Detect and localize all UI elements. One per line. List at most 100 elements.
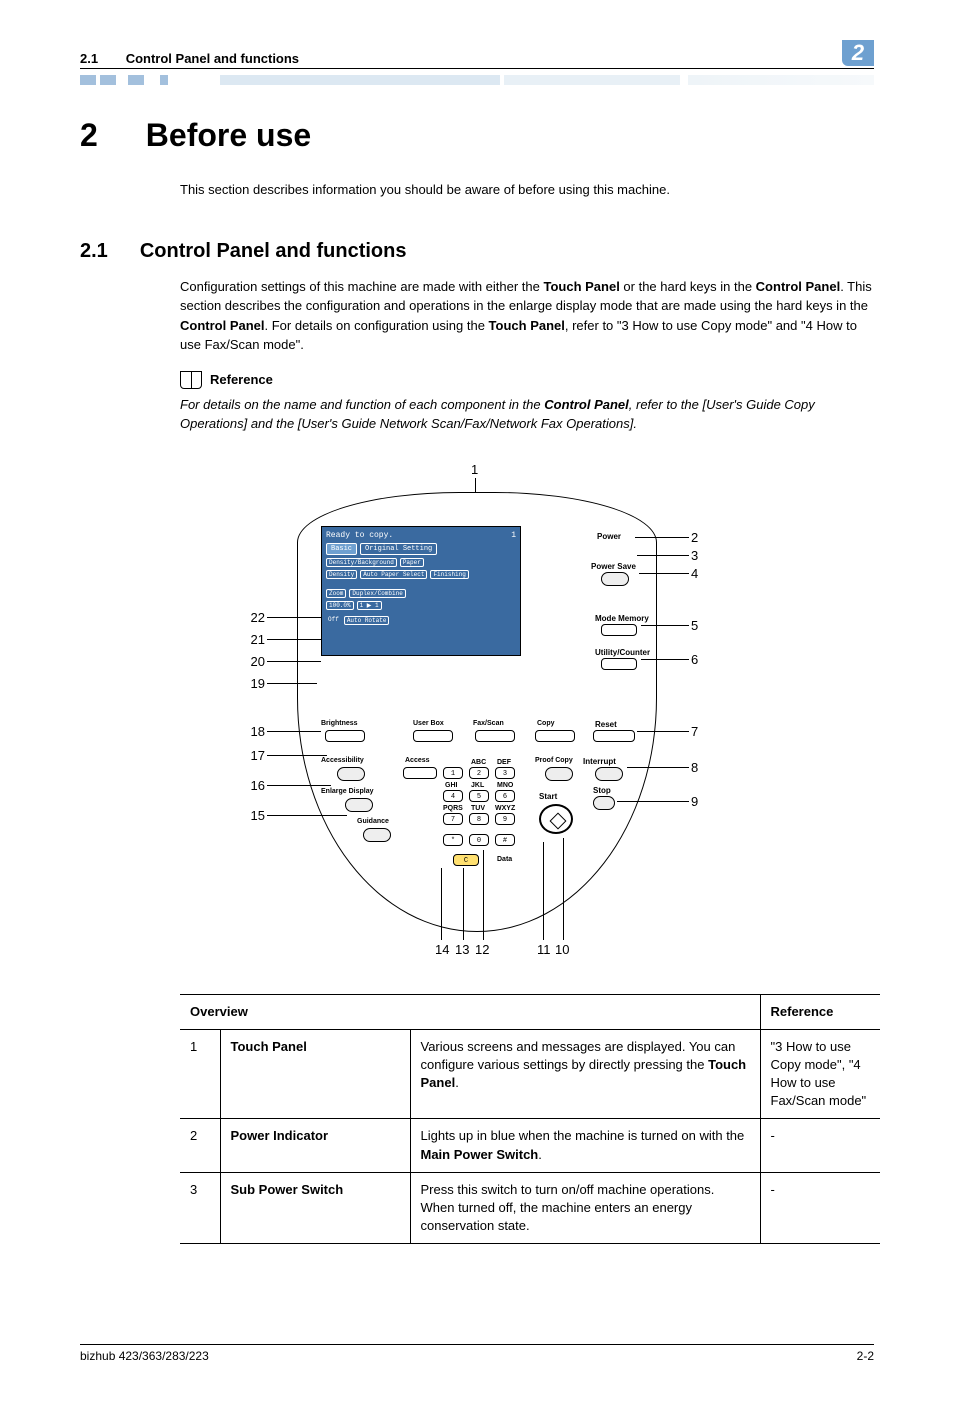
label-guidance: Guidance (357, 818, 389, 825)
callout-17: 17 (235, 748, 265, 763)
screen-count: 1 (511, 531, 516, 540)
label-reset: Reset (595, 720, 617, 729)
label-userbox: User Box (413, 720, 444, 727)
label-power: Power (597, 532, 621, 541)
reference-header: Reference (180, 371, 874, 389)
key-star: * (443, 834, 463, 846)
section-title: 2.1 Control Panel and functions (80, 240, 874, 263)
row-name: Touch Panel (220, 1029, 410, 1119)
callout-2: 2 (691, 530, 721, 545)
key-2: 2 (469, 767, 489, 779)
wxyz: WXYZ (495, 805, 515, 812)
tab-basic: Basic (326, 543, 357, 555)
row-num: 1 (180, 1029, 220, 1119)
key-4: 4 (443, 790, 463, 802)
screen-duplex-val: 1 ▶ 1 (357, 601, 382, 610)
enlarge-key (345, 798, 373, 812)
label-power-save: Power Save (591, 562, 636, 571)
proof-key (545, 767, 573, 781)
callout-4: 4 (691, 566, 721, 581)
section-number: 2.1 (80, 240, 108, 263)
access-key (403, 767, 437, 779)
decorative-stripe (80, 75, 874, 85)
callout-12: 12 (475, 942, 489, 957)
key-5: 5 (469, 790, 489, 802)
table-row: 2 Power Indicator Lights up in blue when… (180, 1119, 880, 1172)
page-header: 2.1 Control Panel and functions 2 (80, 40, 874, 69)
row-desc: Lights up in blue when the machine is tu… (410, 1119, 760, 1172)
screen-density-bg: Density/Background (326, 558, 397, 567)
start-button (539, 804, 573, 834)
header-section-num: 2.1 (80, 51, 98, 66)
reset-key (593, 730, 635, 742)
tuv: TUV (471, 805, 485, 812)
chapter-title: 2 Before use (80, 117, 874, 154)
key-6: 6 (495, 790, 515, 802)
stop-key (593, 796, 615, 810)
header-section: 2.1 Control Panel and functions (80, 51, 299, 66)
label-stop: Stop (593, 786, 611, 795)
header-section-name: Control Panel and functions (126, 51, 299, 66)
key-1: 1 (443, 767, 463, 779)
key-hash: # (495, 834, 515, 846)
userbox-key (413, 730, 453, 742)
label-proof: Proof Copy (535, 757, 573, 764)
callout-10: 10 (555, 942, 569, 957)
faxscan-key (475, 730, 515, 742)
th-overview: Overview (180, 994, 760, 1029)
key-7: 7 (443, 813, 463, 825)
ghi: GHI (445, 782, 457, 789)
row-ref: "3 How to use Copy mode", "4 How to use … (760, 1029, 880, 1119)
screen-finishing: Finishing (430, 570, 468, 579)
overview-table: Overview Reference 1 Touch Panel Various… (180, 994, 880, 1245)
screen-paper: Paper (400, 558, 424, 567)
chapter-heading: Before use (146, 117, 311, 154)
callout-22: 22 (235, 610, 265, 625)
screen-duplex: Duplex/Combine (349, 589, 405, 598)
label-enlarge: Enlarge Display (321, 788, 374, 795)
row-ref: - (760, 1119, 880, 1172)
label-access: Access (405, 757, 430, 764)
screen-zoom-val: 100.0% (326, 601, 354, 610)
abc: ABC (471, 759, 486, 766)
reference-body: For details on the name and function of … (180, 395, 874, 434)
row-desc: Press this switch to turn on/off machine… (410, 1172, 760, 1244)
label-utility: Utility/Counter (595, 648, 650, 657)
label-start: Start (539, 792, 557, 801)
row-name: Power Indicator (220, 1119, 410, 1172)
pqrs: PQRS (443, 805, 463, 812)
accessibility-key (337, 767, 365, 781)
table-row: 1 Touch Panel Various screens and messag… (180, 1029, 880, 1119)
mno: MNO (497, 782, 513, 789)
jkl: JKL (471, 782, 484, 789)
table-row: 3 Sub Power Switch Press this switch to … (180, 1172, 880, 1244)
callout-8: 8 (691, 760, 721, 775)
callout-19: 19 (235, 676, 265, 691)
callout-3: 3 (691, 548, 721, 563)
row-ref: - (760, 1172, 880, 1244)
footer-model: bizhub 423/363/283/223 (80, 1349, 209, 1363)
screen-off: Off (326, 616, 341, 625)
callout-15: 15 (235, 808, 265, 823)
book-icon (180, 371, 202, 389)
callout-18: 18 (235, 724, 265, 739)
key-c: C (453, 854, 479, 866)
brightness-key (325, 730, 365, 742)
screen-rotate: Auto Rotate (344, 616, 390, 625)
screen-density: Density (326, 570, 357, 579)
label-faxscan: Fax/Scan (473, 720, 504, 727)
callout-6: 6 (691, 652, 721, 667)
callout-5: 5 (691, 618, 721, 633)
key-9: 9 (495, 813, 515, 825)
callout-7: 7 (691, 724, 721, 739)
chapter-number: 2 (80, 117, 98, 154)
reference-label: Reference (210, 372, 273, 387)
callout-20: 20 (235, 654, 265, 669)
page-footer: bizhub 423/363/283/223 2-2 (80, 1344, 874, 1363)
copy-key (535, 730, 575, 742)
def: DEF (497, 759, 511, 766)
row-num: 3 (180, 1172, 220, 1244)
mode-memory-key (601, 624, 637, 636)
callout-16: 16 (235, 778, 265, 793)
interrupt-key (595, 767, 623, 781)
